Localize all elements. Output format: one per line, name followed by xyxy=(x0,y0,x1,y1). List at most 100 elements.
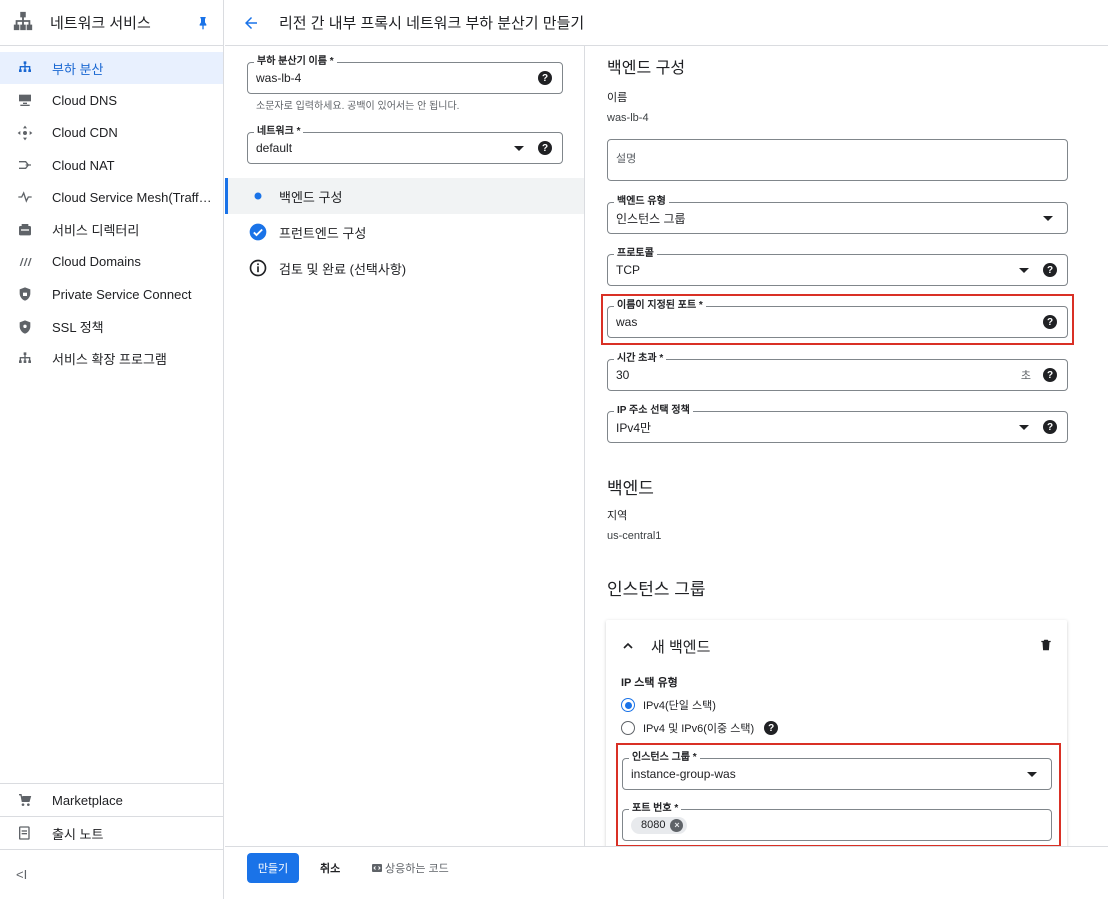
sidebar-item-label: Cloud DNS xyxy=(52,92,118,108)
name-value: was-lb-4 xyxy=(607,112,649,124)
instance-group-label: 인스턴스 그룹 * xyxy=(629,752,700,764)
backend-type-value: 인스턴스 그룹 xyxy=(616,211,686,226)
cancel-button[interactable]: 취소 xyxy=(320,853,340,883)
sidebar-item-label: Marketplace xyxy=(52,792,123,808)
backend-config-heading: 백엔드 구성 xyxy=(607,60,686,77)
ip-policy-select[interactable]: IP 주소 선택 정책 IPv4만 ? xyxy=(607,405,1068,443)
create-button[interactable]: 만들기 xyxy=(247,853,299,883)
marketplace-icon xyxy=(16,791,34,809)
step-label: 프런트엔드 구성 xyxy=(279,225,367,241)
protocol-value: TCP xyxy=(616,263,640,277)
description-textarea[interactable]: 설명 xyxy=(607,139,1068,181)
sidebar-item-cloud-domains[interactable]: Cloud Domains xyxy=(0,246,223,278)
help-icon[interactable]: ? xyxy=(1043,368,1057,382)
help-icon[interactable]: ? xyxy=(538,141,552,155)
network-services-icon xyxy=(12,10,34,35)
radio-label: IPv4(단일 스택) xyxy=(643,700,716,712)
sidebar-header: 네트워크 서비스 xyxy=(0,0,223,46)
instance-group-heading: 인스턴스 그룹 xyxy=(607,580,706,599)
ip-stack-radio-ipv4[interactable]: IPv4(단일 스택) xyxy=(621,697,716,713)
instance-group-value: instance-group-was xyxy=(631,767,736,781)
backend-type-select[interactable]: 백엔드 유형 인스턴스 그룹 xyxy=(607,196,1068,234)
lb-name-hint: 소문자로 입력하세요. 공백이 있어서는 안 됩니다. xyxy=(256,101,460,112)
page-title: 리전 간 내부 프록시 네트워크 부하 분산기 만들기 xyxy=(279,15,585,32)
nat-icon xyxy=(16,156,34,174)
protocol-select[interactable]: 프로토콜 TCP ? xyxy=(607,248,1068,286)
named-port-value: was xyxy=(616,315,638,329)
lb-name-value: was-lb-4 xyxy=(256,71,302,85)
sidebar-item-ssl-policy[interactable]: SSL 정책 xyxy=(0,310,223,342)
port-number-label: 포트 번호 * xyxy=(629,803,682,815)
region-value: us-central1 xyxy=(607,530,662,542)
pin-icon[interactable] xyxy=(191,11,215,35)
backend-config-panel: 백엔드 구성 이름 was-lb-4 설명 백엔드 유형 인스턴스 그룹 프로토… xyxy=(586,46,1108,846)
timeout-input[interactable]: 시간 초과 * 30 초 ? xyxy=(607,353,1068,391)
chevron-up-icon[interactable] xyxy=(620,638,636,657)
timeout-label: 시간 초과 * xyxy=(614,353,667,365)
cdn-icon xyxy=(16,124,34,142)
sidebar-item-label: 서비스 확장 프로그램 xyxy=(52,352,167,368)
sidebar-item-label: Cloud Domains xyxy=(52,254,141,270)
port-chip[interactable]: 8080 × xyxy=(631,816,688,834)
action-footer: 만들기 취소 상응하는 코드 xyxy=(225,846,1108,899)
named-port-input[interactable]: 이름이 지정된 포트 * was ? xyxy=(607,300,1068,338)
sidebar-item-label: Private Service Connect xyxy=(52,286,192,302)
lb-name-input[interactable]: 부하 분산기 이름 * was-lb-4 ? xyxy=(247,56,563,94)
step-review[interactable]: 검토 및 완료 (선택사항) xyxy=(225,250,584,286)
load-balancer-icon xyxy=(16,59,34,77)
sidebar-item-label: 출시 노트 xyxy=(52,826,104,842)
collapse-sidebar-button[interactable]: <I xyxy=(0,849,224,899)
ssl-policy-icon xyxy=(16,318,34,336)
radio-unselected-icon xyxy=(621,721,635,735)
sidebar-item-private-service-connect[interactable]: Private Service Connect xyxy=(0,278,223,310)
current-step-dot-icon xyxy=(247,185,269,207)
sidebar-item-service-directory[interactable]: 서비스 디렉터리 xyxy=(0,213,223,245)
description-placeholder: 설명 xyxy=(616,153,637,165)
ip-policy-label: IP 주소 선택 정책 xyxy=(614,405,693,417)
lb-name-label: 부하 분산기 이름 * xyxy=(254,56,337,68)
page-header: 리전 간 내부 프록시 네트워크 부하 분산기 만들기 xyxy=(225,0,1108,46)
sidebar-item-load-balancing[interactable]: 부하 분산 xyxy=(0,52,223,85)
help-icon[interactable]: ? xyxy=(764,721,779,735)
ip-stack-radio-dual[interactable]: IPv4 및 IPv6(이중 스택) ? xyxy=(621,720,779,736)
sidebar-item-label: Cloud NAT xyxy=(52,157,115,173)
chevron-down-icon xyxy=(1027,771,1037,777)
radio-label: IPv4 및 IPv6(이중 스택) xyxy=(643,723,755,735)
backends-heading: 백엔드 xyxy=(607,479,654,498)
sidebar-item-service-mesh[interactable]: Cloud Service Mesh(Traffi... xyxy=(0,181,223,213)
sidebar-item-cloud-nat[interactable]: Cloud NAT xyxy=(0,149,223,181)
equivalent-code-button[interactable]: 상응하는 코드 xyxy=(371,853,449,883)
chevron-down-icon xyxy=(514,145,524,151)
network-label: 네트워크 * xyxy=(254,126,304,138)
timeout-suffix: 초 xyxy=(1020,370,1031,382)
sidebar: 네트워크 서비스 부하 분산 Cloud DNS Cloud CDN Cloud… xyxy=(0,0,224,899)
sidebar-item-label: 부하 분산 xyxy=(52,61,104,77)
sidebar-item-cloud-cdn[interactable]: Cloud CDN xyxy=(0,117,223,149)
new-backend-title: 새 백엔드 xyxy=(651,639,711,656)
help-icon[interactable]: ? xyxy=(1043,315,1057,329)
sidebar-item-label: Cloud Service Mesh(Traffi... xyxy=(52,189,212,205)
sidebar-item-cloud-dns[interactable]: Cloud DNS xyxy=(0,84,223,116)
delete-icon[interactable] xyxy=(1039,637,1053,656)
back-arrow-icon[interactable] xyxy=(239,11,263,35)
chip-remove-icon[interactable]: × xyxy=(670,818,684,832)
code-icon xyxy=(371,862,383,874)
timeout-value: 30 xyxy=(616,368,630,382)
help-icon[interactable]: ? xyxy=(1043,420,1057,434)
port-number-input[interactable]: 포트 번호 * 8080 × xyxy=(622,803,1052,841)
network-value: default xyxy=(256,141,293,155)
help-icon[interactable]: ? xyxy=(538,71,552,85)
chevron-down-icon xyxy=(1019,267,1029,273)
instance-group-select[interactable]: 인스턴스 그룹 * instance-group-was xyxy=(622,752,1052,790)
service-extensions-icon xyxy=(16,350,34,368)
step-backend-config[interactable]: 백엔드 구성 xyxy=(225,178,584,214)
service-directory-icon xyxy=(16,221,34,239)
sidebar-item-marketplace[interactable]: Marketplace xyxy=(0,783,224,816)
check-circle-icon xyxy=(247,221,269,243)
named-port-label: 이름이 지정된 포트 * xyxy=(614,300,706,312)
network-select[interactable]: 네트워크 * default ? xyxy=(247,126,563,164)
step-frontend-config[interactable]: 프런트엔드 구성 xyxy=(225,214,584,250)
sidebar-item-release-notes[interactable]: 출시 노트 xyxy=(0,816,224,849)
sidebar-item-service-extensions[interactable]: 서비스 확장 프로그램 xyxy=(0,343,223,375)
help-icon[interactable]: ? xyxy=(1043,263,1057,277)
